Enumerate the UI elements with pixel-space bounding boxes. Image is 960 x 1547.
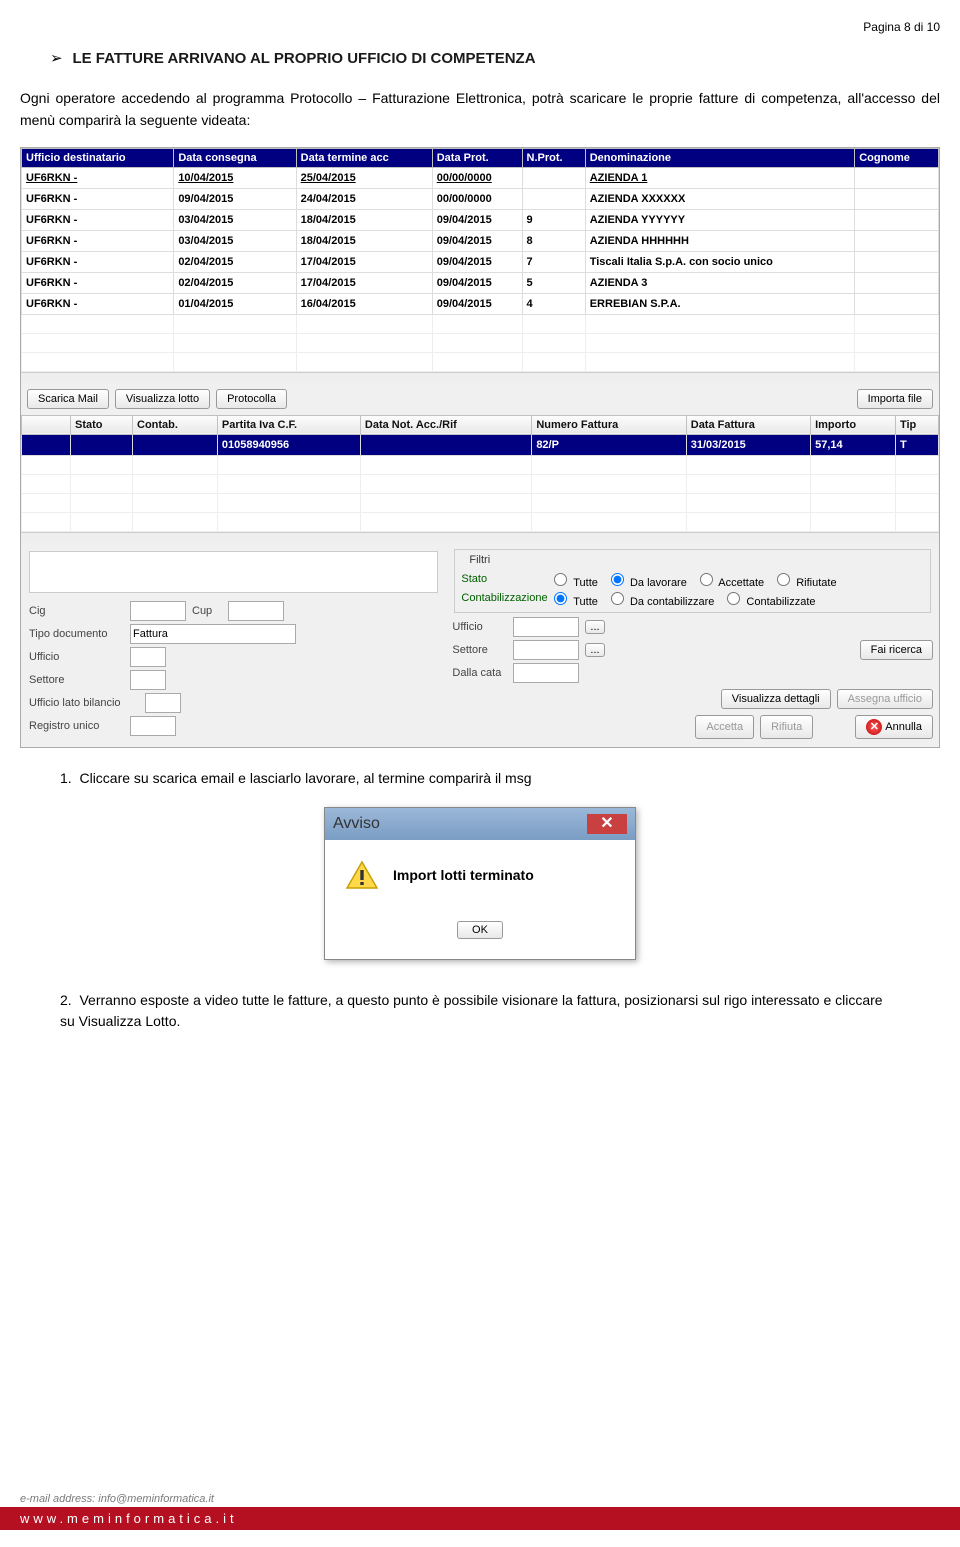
registro-label: Registro unico: [29, 720, 124, 732]
warning-icon: [345, 860, 379, 890]
rifiuta-button[interactable]: Rifiuta: [760, 715, 813, 739]
filtro-settore-label: Settore: [452, 644, 507, 656]
detail-row-selected[interactable]: 01058940956 82/P 31/03/2015 57,14 T: [22, 434, 939, 455]
assegna-ufficio-button[interactable]: Assegna ufficio: [837, 689, 933, 709]
col-prot[interactable]: Data Prot.: [432, 148, 522, 167]
dalla-label: Dalla cata: [452, 667, 507, 679]
avviso-message: Import lotti terminato: [393, 867, 534, 883]
table-row[interactable]: UF6RKN -02/04/201517/04/201509/04/20157T…: [22, 251, 939, 272]
ufficiolato-label: Ufficio lato bilancio: [29, 697, 139, 709]
protocolla-button[interactable]: Protocolla: [216, 389, 287, 409]
footer-email: e-mail address: info@meminformatica.it: [0, 1493, 960, 1505]
avviso-ok-button[interactable]: OK: [457, 921, 503, 939]
col-consegna[interactable]: Data consegna: [174, 148, 296, 167]
footer-url: www.meminformatica.it: [0, 1507, 960, 1530]
visualizza-dettagli-button[interactable]: Visualizza dettagli: [721, 689, 831, 709]
radio-tutte[interactable]: Tutte: [549, 570, 598, 589]
contab-label: Contabilizzazione: [461, 592, 541, 604]
step-1: 1. Cliccare su scarica email e lasciarlo…: [60, 768, 900, 789]
table-row[interactable]: UF6RKN -03/04/201518/04/201509/04/20158A…: [22, 230, 939, 251]
cell-importo: 57,14: [811, 434, 896, 455]
col-empty: [22, 415, 71, 434]
invoice-table: Ufficio destinatario Data consegna Data …: [21, 148, 939, 372]
radio-accettate[interactable]: Accettate: [695, 570, 764, 589]
close-icon[interactable]: ✕: [587, 814, 627, 834]
cell-piva: 01058940956: [217, 434, 360, 455]
tipodoc-label: Tipo documento: [29, 628, 124, 640]
cup-input[interactable]: [228, 601, 284, 621]
intro-paragraph: Ogni operatore accedendo al programma Pr…: [20, 87, 940, 132]
registro-input[interactable]: [130, 716, 176, 736]
col-importo[interactable]: Importo: [811, 415, 896, 434]
filtro-ufficio-input[interactable]: [513, 617, 579, 637]
filtri-group: Filtri Stato Tutte Da lavorare Accettate…: [454, 549, 931, 613]
radio-dalavorare[interactable]: Da lavorare: [606, 570, 687, 589]
main-screenshot: Ufficio destinatario Data consegna Data …: [20, 147, 940, 748]
page-number: Pagina 8 di 10: [20, 20, 940, 34]
cell-tip: T: [895, 434, 938, 455]
col-datafatt[interactable]: Data Fattura: [686, 415, 810, 434]
avviso-title: Avviso: [333, 815, 380, 833]
cancel-icon: ✕: [866, 719, 882, 735]
settore-label: Settore: [29, 674, 124, 686]
cup-label: Cup: [192, 605, 222, 617]
col-tip[interactable]: Tip: [895, 415, 938, 434]
detail-table: Stato Contab. Partita Iva C.F. Data Not.…: [21, 415, 939, 532]
filtro-settore-input[interactable]: [513, 640, 579, 660]
col-ufficio[interactable]: Ufficio destinatario: [22, 148, 174, 167]
ufficio-label: Ufficio: [29, 651, 124, 663]
avviso-dialog: Avviso ✕ Import lotti terminato OK: [324, 807, 636, 960]
filtro-ufficio-label: Ufficio: [452, 621, 507, 633]
radio-rifiutate[interactable]: Rifiutate: [772, 570, 836, 589]
accetta-button[interactable]: Accetta: [695, 715, 754, 739]
page-footer: e-mail address: info@meminformatica.it w…: [0, 1493, 960, 1530]
radio-contab-tutte[interactable]: Tutte: [549, 589, 598, 608]
ufficiolato-input[interactable]: [145, 693, 181, 713]
tipodoc-input[interactable]: [130, 624, 296, 644]
radio-contabz[interactable]: Contabilizzate: [722, 589, 815, 608]
stato-label: Stato: [461, 573, 541, 585]
table-row[interactable]: UF6RKN -01/04/201516/04/201509/04/20154E…: [22, 293, 939, 314]
step-2: 2. Verranno esposte a video tutte le fat…: [60, 990, 900, 1032]
col-cognome[interactable]: Cognome: [855, 148, 939, 167]
settore-input[interactable]: [130, 670, 166, 690]
cig-input[interactable]: [130, 601, 186, 621]
cell-data: 31/03/2015: [686, 434, 810, 455]
table-row[interactable]: UF6RKN -02/04/201517/04/201509/04/20155A…: [22, 272, 939, 293]
cig-label: Cig: [29, 605, 124, 617]
fai-ricerca-button[interactable]: Fai ricerca: [860, 640, 933, 660]
annulla-button[interactable]: ✕ Annulla: [855, 715, 933, 739]
importa-file-button[interactable]: Importa file: [857, 389, 933, 409]
col-nprot[interactable]: N.Prot.: [522, 148, 585, 167]
scarica-mail-button[interactable]: Scarica Mail: [27, 389, 109, 409]
col-termine[interactable]: Data termine acc: [296, 148, 432, 167]
col-stato[interactable]: Stato: [71, 415, 133, 434]
radio-dacontab[interactable]: Da contabilizzare: [606, 589, 714, 608]
dalla-input[interactable]: [513, 663, 579, 683]
table-row[interactable]: UF6RKN -10/04/201525/04/201500/00/0000AZ…: [22, 167, 939, 188]
ufficio-input[interactable]: [130, 647, 166, 667]
col-numfatt[interactable]: Numero Fattura: [532, 415, 686, 434]
table-row[interactable]: UF6RKN -09/04/201524/04/201500/00/0000AZ…: [22, 188, 939, 209]
section-title: LE FATTURE ARRIVANO AL PROPRIO UFFICIO D…: [72, 50, 535, 67]
cell-num: 82/P: [532, 434, 686, 455]
col-datanot[interactable]: Data Not. Acc./Rif: [360, 415, 531, 434]
col-piva[interactable]: Partita Iva C.F.: [217, 415, 360, 434]
bullet-arrow-icon: ➢: [50, 50, 63, 67]
lookup-ufficio-button[interactable]: ...: [585, 620, 604, 634]
filtri-title: Filtri: [465, 554, 494, 566]
col-denom[interactable]: Denominazione: [585, 148, 854, 167]
col-contab[interactable]: Contab.: [133, 415, 218, 434]
lookup-settore-button[interactable]: ...: [585, 643, 604, 657]
visualizza-lotto-button[interactable]: Visualizza lotto: [115, 389, 210, 409]
table-row[interactable]: UF6RKN -03/04/201518/04/201509/04/20159A…: [22, 209, 939, 230]
